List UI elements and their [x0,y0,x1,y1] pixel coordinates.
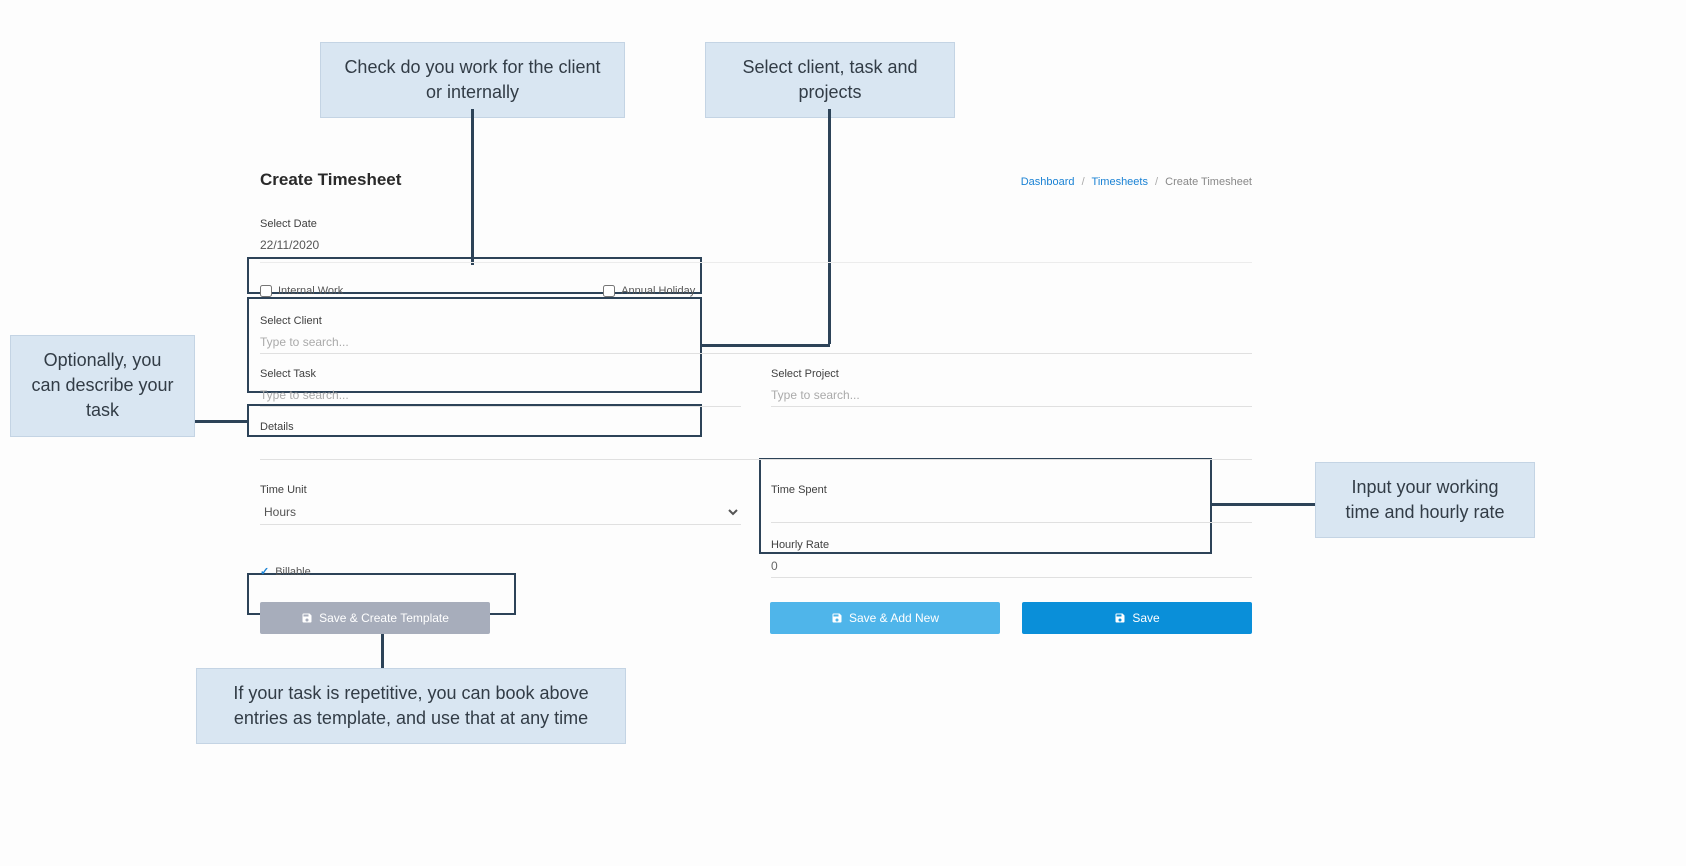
save-add-new-label: Save & Add New [849,611,939,625]
select-project-input[interactable] [771,384,1252,407]
billable-toggle[interactable]: ✓ Billable [260,565,741,578]
billable-label: Billable [275,566,310,578]
breadcrumb-separator: / [1155,176,1158,188]
annual-holiday-input[interactable] [603,285,615,297]
select-task-input[interactable] [260,384,741,407]
save-icon [831,612,843,624]
details-input[interactable] [260,437,1252,460]
save-template-label: Save & Create Template [319,611,449,625]
save-button[interactable]: Save [1022,602,1252,634]
save-label: Save [1132,611,1159,625]
select-date-label: Select Date [260,218,1252,230]
select-client-input[interactable] [260,331,1252,354]
callout-template: If your task is repetitive, you can book… [196,668,626,744]
save-icon [301,612,313,624]
internal-work-label: Internal Work [278,285,343,297]
callout-client-task: Select client, task and projects [705,42,955,118]
annual-holiday-checkbox[interactable]: Annual Holiday [603,285,695,297]
annual-holiday-label: Annual Holiday [621,285,695,297]
callout-time-rate: Input your working time and hourly rate [1315,462,1535,538]
timesheet-form: Dashboard / Timesheets / Create Timeshee… [260,170,1252,634]
breadcrumb-dashboard[interactable]: Dashboard [1021,176,1075,188]
divider [260,262,1252,263]
breadcrumb-current: Create Timesheet [1165,176,1252,188]
hourly-rate-input[interactable] [771,555,1252,578]
select-date-value[interactable]: 22/11/2020 [260,234,1252,256]
save-template-button[interactable]: Save & Create Template [260,602,490,634]
callout-work-type: Check do you work for the client or inte… [320,42,625,118]
connector-line [195,420,247,423]
select-task-label: Select Task [260,368,741,380]
internal-work-checkbox[interactable]: Internal Work [260,285,343,297]
breadcrumb-timesheets[interactable]: Timesheets [1092,176,1148,188]
save-add-new-button[interactable]: Save & Add New [770,602,1000,634]
time-spent-input[interactable] [771,500,1252,523]
save-icon [1114,612,1126,624]
callout-describe: Optionally, you can describe your task [10,335,195,437]
time-spent-label: Time Spent [771,484,1252,496]
select-project-label: Select Project [771,368,1252,380]
time-unit-label: Time Unit [260,484,741,496]
hourly-rate-label: Hourly Rate [771,539,1252,551]
check-icon: ✓ [260,565,269,578]
details-label: Details [260,421,1252,433]
time-unit-select[interactable]: Hours [260,500,741,525]
breadcrumb: Dashboard / Timesheets / Create Timeshee… [1021,176,1252,188]
select-client-label: Select Client [260,315,1252,327]
internal-work-input[interactable] [260,285,272,297]
breadcrumb-separator: / [1082,176,1085,188]
